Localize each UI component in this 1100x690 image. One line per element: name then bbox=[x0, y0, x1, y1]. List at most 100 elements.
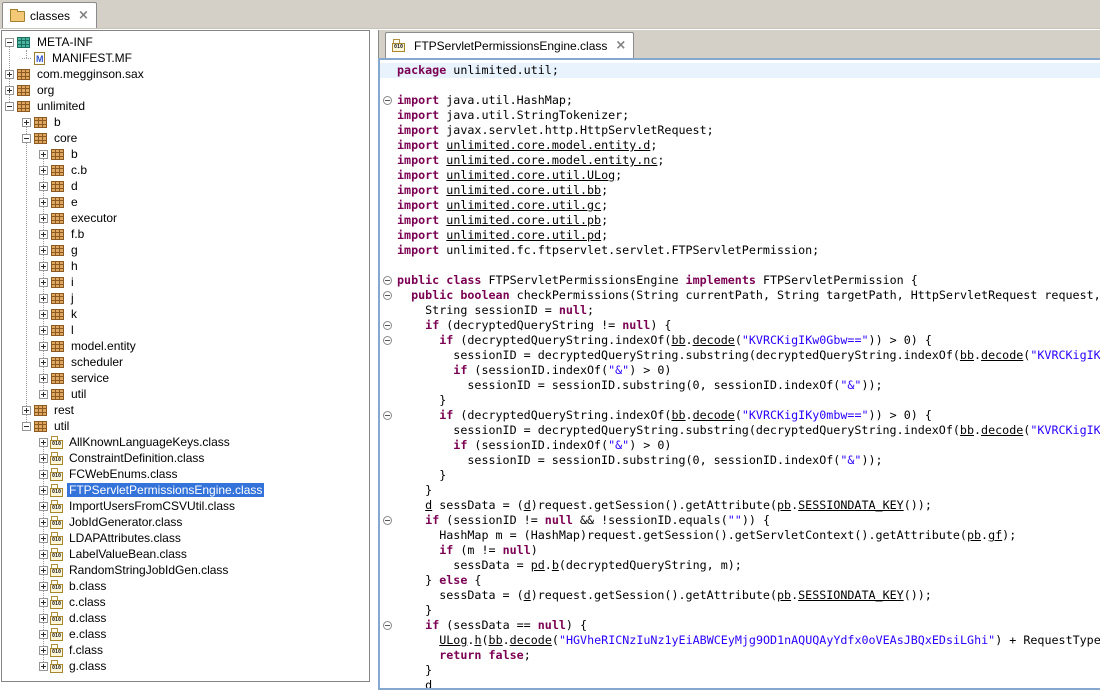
expand-icon[interactable] bbox=[39, 486, 48, 495]
expand-icon[interactable] bbox=[39, 550, 48, 559]
fold-collapse-icon[interactable] bbox=[383, 291, 392, 300]
tree-item[interactable]: util bbox=[2, 418, 369, 434]
tree-item[interactable]: c.class bbox=[2, 594, 369, 610]
expand-icon[interactable] bbox=[39, 646, 48, 655]
tree-item-label: f.b bbox=[69, 227, 86, 241]
tree-item[interactable]: j bbox=[2, 290, 369, 306]
expand-icon[interactable] bbox=[5, 70, 14, 79]
tree-item[interactable]: l bbox=[2, 322, 369, 338]
expand-icon[interactable] bbox=[39, 198, 48, 207]
expand-icon[interactable] bbox=[39, 502, 48, 511]
code-editor[interactable]: package unlimited.util;import java.util.… bbox=[378, 58, 1100, 690]
tree-item[interactable]: d.class bbox=[2, 610, 369, 626]
expand-icon[interactable] bbox=[39, 310, 48, 319]
tree-item[interactable]: b.class bbox=[2, 578, 369, 594]
tree-item[interactable]: META-INF bbox=[2, 34, 369, 50]
class-tree[interactable]: META-INFMANIFEST.MFcom.megginson.saxorgu… bbox=[2, 31, 369, 681]
expand-icon[interactable] bbox=[39, 326, 48, 335]
code-line: public boolean checkPermissions(String c… bbox=[380, 288, 1100, 303]
tree-item[interactable]: model.entity bbox=[2, 338, 369, 354]
expand-icon[interactable] bbox=[39, 534, 48, 543]
expand-icon[interactable] bbox=[39, 390, 48, 399]
tree-item[interactable]: i bbox=[2, 274, 369, 290]
tree-item[interactable]: FCWebEnums.class bbox=[2, 466, 369, 482]
expand-icon[interactable] bbox=[39, 294, 48, 303]
collapse-icon[interactable] bbox=[5, 38, 14, 47]
tree-item[interactable]: scheduler bbox=[2, 354, 369, 370]
collapse-icon[interactable] bbox=[5, 102, 14, 111]
expand-icon[interactable] bbox=[39, 278, 48, 287]
tree-item[interactable]: f.class bbox=[2, 642, 369, 658]
tree-indent bbox=[2, 330, 39, 331]
tree-item[interactable]: JobIdGenerator.class bbox=[2, 514, 369, 530]
expand-icon[interactable] bbox=[39, 230, 48, 239]
expand-icon[interactable] bbox=[39, 214, 48, 223]
tree-item[interactable]: executor bbox=[2, 210, 369, 226]
tree-item[interactable]: rest bbox=[2, 402, 369, 418]
tree-item[interactable]: AllKnownLanguageKeys.class bbox=[2, 434, 369, 450]
expand-icon[interactable] bbox=[39, 374, 48, 383]
expand-icon[interactable] bbox=[39, 614, 48, 623]
tree-item[interactable]: e.class bbox=[2, 626, 369, 642]
tree-item[interactable]: h bbox=[2, 258, 369, 274]
fold-collapse-icon[interactable] bbox=[383, 411, 392, 420]
close-icon[interactable]: × bbox=[615, 39, 626, 52]
tree-item[interactable]: service bbox=[2, 370, 369, 386]
expand-icon[interactable] bbox=[39, 246, 48, 255]
fold-collapse-icon[interactable] bbox=[383, 336, 392, 345]
tree-item[interactable]: ImportUsersFromCSVUtil.class bbox=[2, 498, 369, 514]
tree-item[interactable]: core bbox=[2, 130, 369, 146]
tree-item[interactable]: k bbox=[2, 306, 369, 322]
expand-icon[interactable] bbox=[39, 454, 48, 463]
expand-icon[interactable] bbox=[39, 598, 48, 607]
tree-item-label: LabelValueBean.class bbox=[67, 547, 189, 561]
expand-icon[interactable] bbox=[39, 438, 48, 447]
expand-icon[interactable] bbox=[39, 358, 48, 367]
fold-collapse-icon[interactable] bbox=[383, 96, 392, 105]
fold-collapse-icon[interactable] bbox=[383, 321, 392, 330]
fold-collapse-icon[interactable] bbox=[383, 276, 392, 285]
tree-item[interactable]: org bbox=[2, 82, 369, 98]
tree-item[interactable]: c.b bbox=[2, 162, 369, 178]
tree-item[interactable]: ConstraintDefinition.class bbox=[2, 450, 369, 466]
expand-icon[interactable] bbox=[39, 582, 48, 591]
fold-collapse-icon[interactable] bbox=[383, 621, 392, 630]
expand-icon[interactable] bbox=[22, 406, 31, 415]
tree-item[interactable]: e bbox=[2, 194, 369, 210]
close-icon[interactable]: × bbox=[78, 9, 89, 22]
tree-item[interactable]: LDAPAttributes.class bbox=[2, 530, 369, 546]
expand-icon[interactable] bbox=[39, 566, 48, 575]
tab-classes[interactable]: classes × bbox=[2, 2, 97, 28]
expand-icon[interactable] bbox=[39, 182, 48, 191]
expand-icon[interactable] bbox=[5, 86, 14, 95]
tree-item[interactable]: b bbox=[2, 114, 369, 130]
expand-icon[interactable] bbox=[39, 342, 48, 351]
tree-item[interactable]: com.megginson.sax bbox=[2, 66, 369, 82]
tree-item[interactable]: RandomStringJobIdGen.class bbox=[2, 562, 369, 578]
tree-item[interactable]: FTPServletPermissionsEngine.class bbox=[2, 482, 369, 498]
expand-icon[interactable] bbox=[39, 166, 48, 175]
tree-item[interactable]: f.b bbox=[2, 226, 369, 242]
expand-icon[interactable] bbox=[39, 662, 48, 671]
tree-item[interactable]: g bbox=[2, 242, 369, 258]
tree-item[interactable]: g.class bbox=[2, 658, 369, 674]
expand-icon[interactable] bbox=[39, 262, 48, 271]
tab-editor-class-file[interactable]: FTPServletPermissionsEngine.class × bbox=[385, 32, 634, 58]
fold-gutter bbox=[380, 318, 397, 333]
fold-gutter bbox=[380, 258, 397, 273]
expand-icon[interactable] bbox=[39, 470, 48, 479]
expand-icon[interactable] bbox=[39, 150, 48, 159]
tree-item[interactable]: d bbox=[2, 178, 369, 194]
expand-icon[interactable] bbox=[39, 630, 48, 639]
tree-item[interactable]: MANIFEST.MF bbox=[2, 50, 369, 66]
tree-item[interactable]: unlimited bbox=[2, 98, 369, 114]
expand-icon[interactable] bbox=[22, 118, 31, 127]
collapse-icon[interactable] bbox=[22, 422, 31, 431]
fold-collapse-icon[interactable] bbox=[383, 516, 392, 525]
collapse-icon[interactable] bbox=[22, 134, 31, 143]
expand-icon[interactable] bbox=[39, 518, 48, 527]
tree-item[interactable]: b bbox=[2, 146, 369, 162]
package-icon bbox=[17, 101, 30, 112]
tree-item[interactable]: util bbox=[2, 386, 369, 402]
tree-item[interactable]: LabelValueBean.class bbox=[2, 546, 369, 562]
